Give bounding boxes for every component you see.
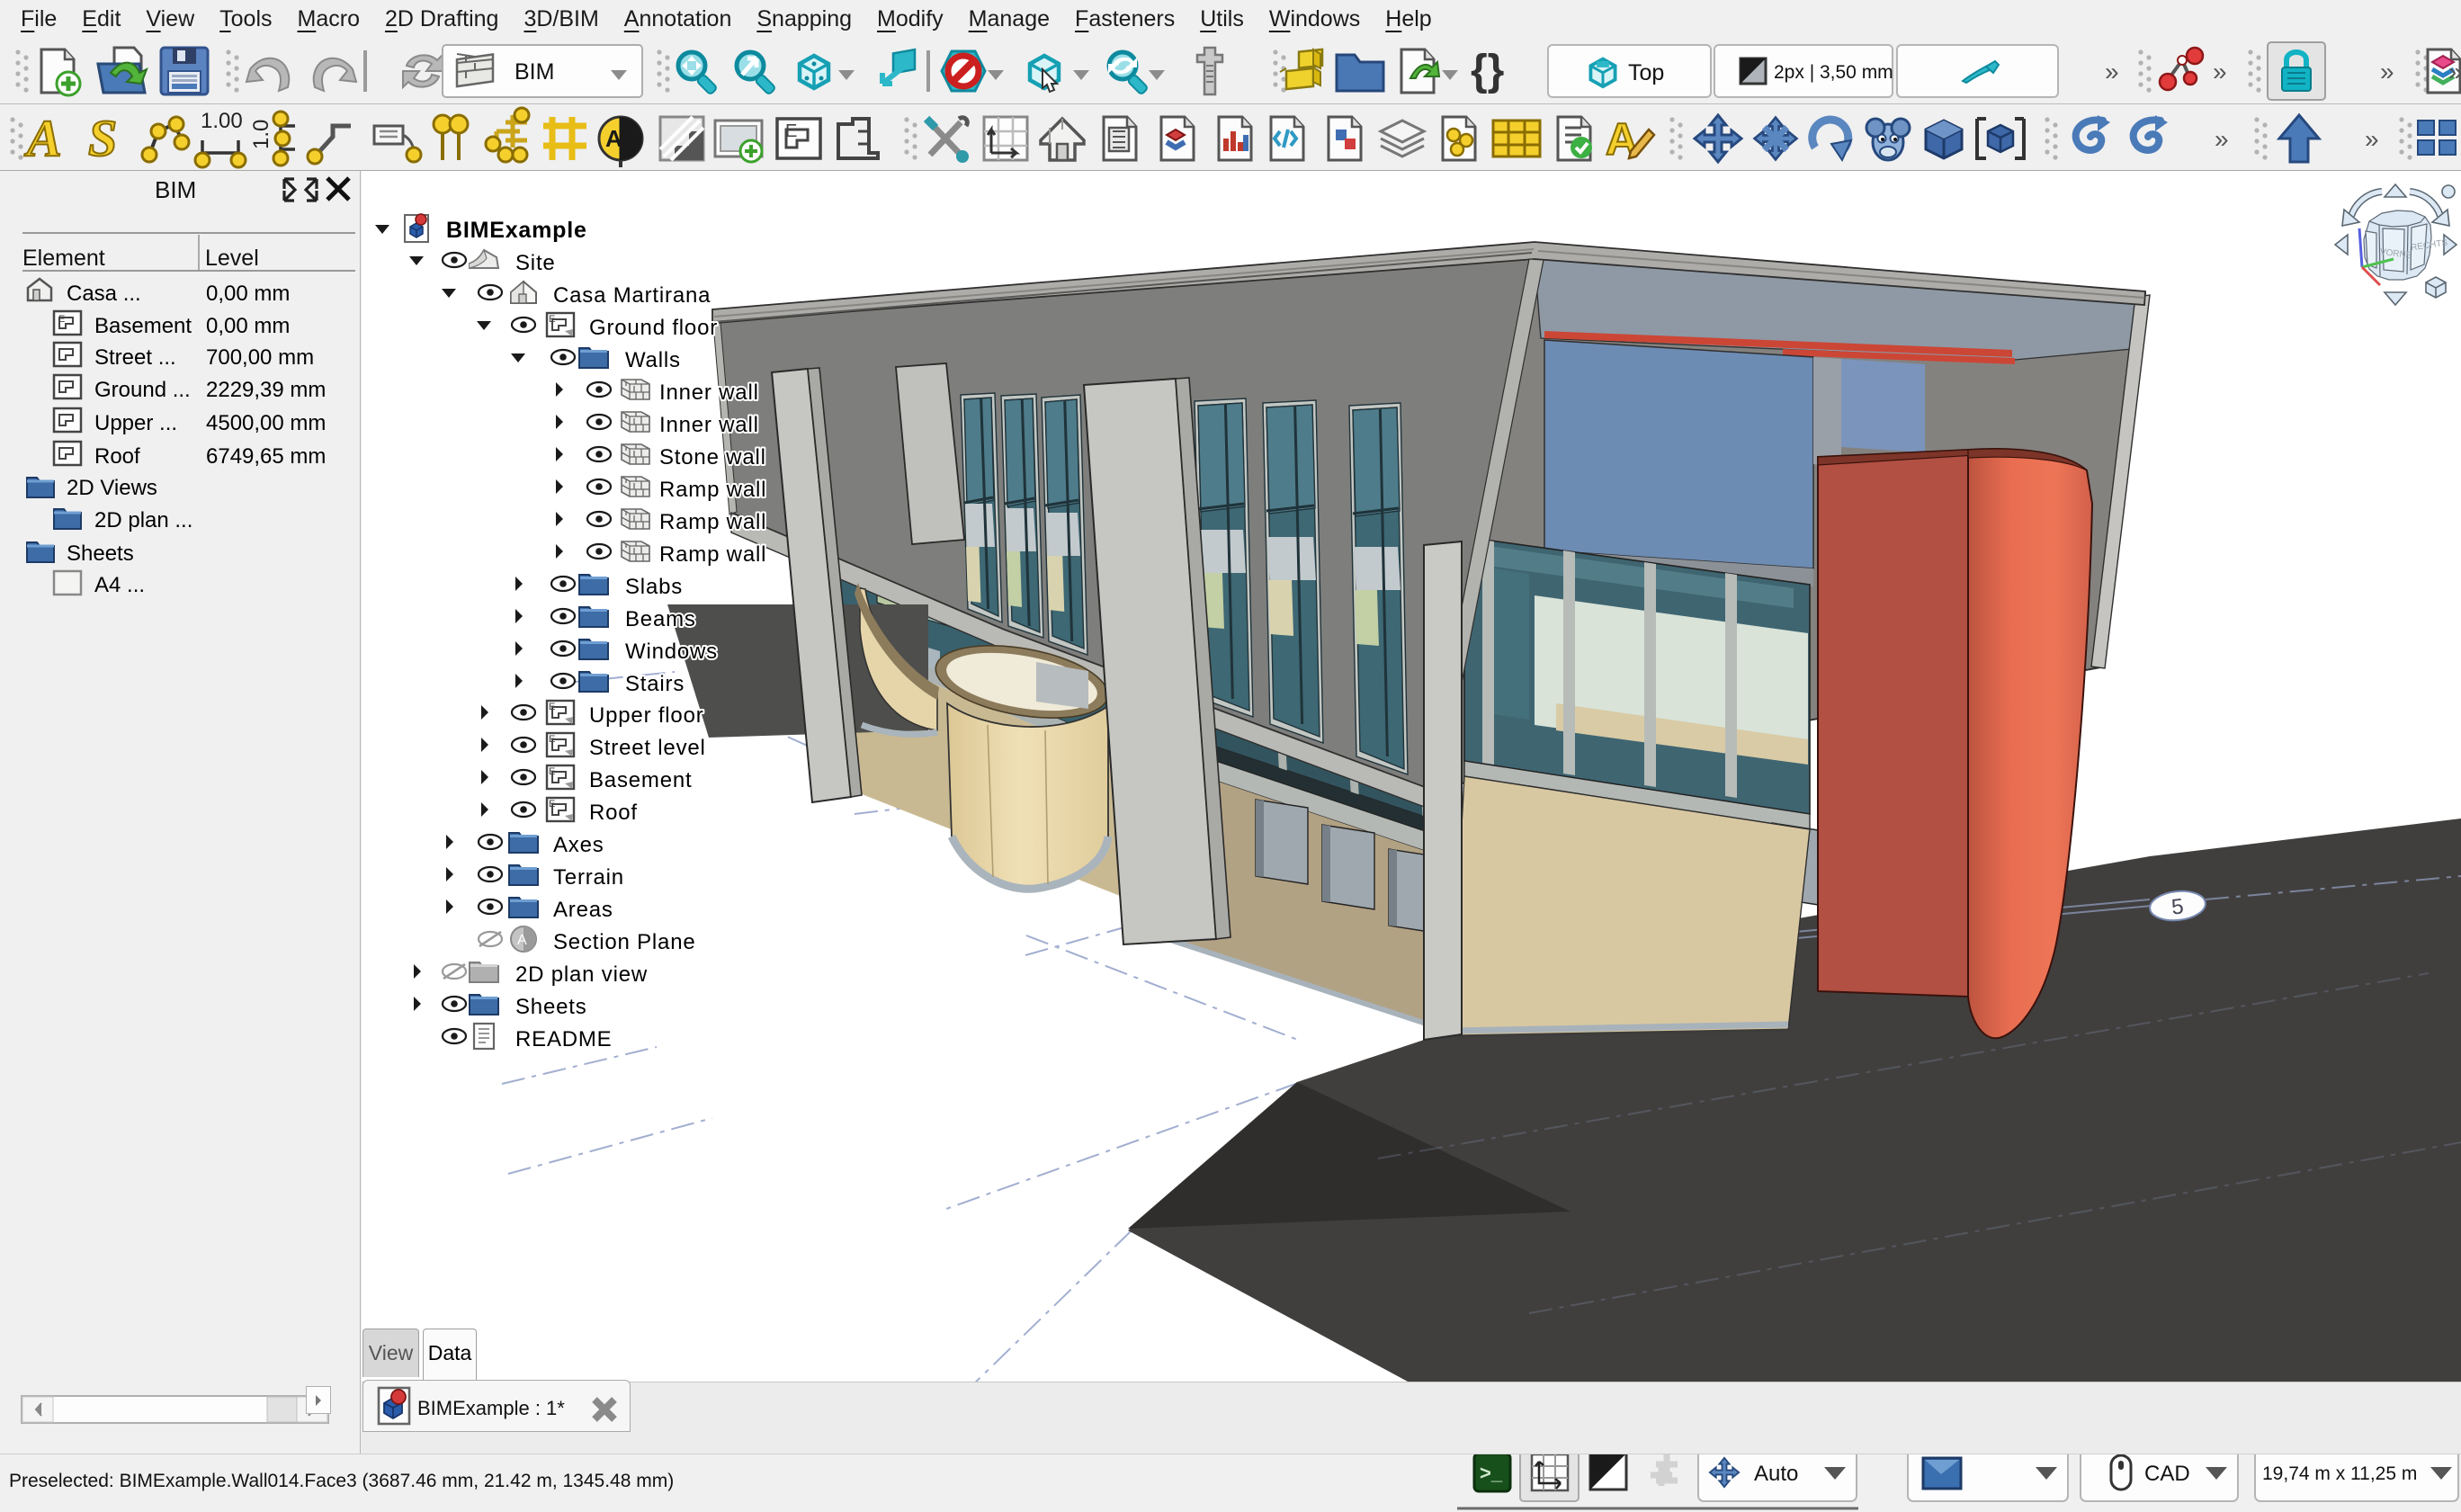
svg-text:Top: Top: [1628, 60, 1664, 85]
svg-text:Casa Martirana: Casa Martirana: [553, 283, 711, 308]
svg-text:Element: Element: [22, 246, 105, 271]
svg-text:CAD: CAD: [2144, 1462, 2190, 1486]
svg-text:2D Views: 2D Views: [67, 476, 157, 500]
svg-text:Roof: Roof: [589, 801, 638, 825]
svg-text:Inner wall: Inner wall: [659, 413, 759, 437]
svg-text:700,00 mm: 700,00 mm: [206, 345, 314, 370]
svg-text:Upper floor: Upper floor: [589, 703, 704, 728]
svg-text:S: S: [88, 109, 117, 167]
svg-text:Axes: Axes: [553, 833, 604, 857]
svg-text:»: »: [2380, 58, 2394, 85]
svg-text:A4 ...: A4 ...: [94, 573, 145, 597]
svg-text:Ground ...: Ground ...: [94, 378, 191, 402]
svg-text:Stairs: Stairs: [625, 672, 685, 696]
svg-text:Section Plane: Section Plane: [553, 930, 696, 954]
svg-text:Basement: Basement: [589, 768, 692, 792]
svg-text:2D plan ...: 2D plan ...: [94, 508, 192, 532]
svg-text:1.00: 1.00: [201, 109, 243, 133]
svg-text:»: »: [2215, 125, 2229, 153]
svg-text:BIM: BIM: [155, 176, 196, 203]
svg-text:E: E: [58, 314, 65, 325]
svg-text:»: »: [2213, 58, 2227, 85]
svg-text:Street level: Street level: [589, 736, 706, 760]
svg-text:Auto: Auto: [1754, 1462, 1798, 1486]
svg-text:Terrain: Terrain: [553, 865, 624, 890]
svg-text:Areas: Areas: [553, 898, 613, 922]
svg-text:Site: Site: [515, 251, 556, 275]
svg-text:»: »: [2105, 58, 2119, 85]
svg-text:Ramp wall: Ramp wall: [659, 542, 766, 567]
svg-text:Stone wall: Stone wall: [659, 445, 766, 470]
svg-text:Basement: Basement: [94, 314, 192, 338]
svg-text:Ramp wall: Ramp wall: [659, 478, 766, 502]
svg-text:1.0: 1.0: [249, 120, 273, 149]
svg-text:Roof: Roof: [94, 444, 140, 469]
svg-text:2D plan view: 2D plan view: [515, 962, 648, 987]
svg-text:»: »: [2448, 58, 2461, 85]
svg-text:Sheets: Sheets: [67, 541, 134, 566]
svg-text:A: A: [24, 109, 62, 167]
svg-text:Windows: Windows: [625, 640, 718, 664]
svg-text:Inner wall: Inner wall: [659, 380, 759, 405]
svg-text:README: README: [515, 1027, 612, 1051]
svg-text:Upper ...: Upper ...: [94, 411, 177, 435]
svg-text:BIM: BIM: [515, 59, 554, 85]
svg-text:0,00 mm: 0,00 mm: [206, 314, 290, 338]
svg-text:2px | 3,50 mm: 2px | 3,50 mm: [1774, 62, 1893, 83]
svg-text:2229,39 mm: 2229,39 mm: [206, 378, 326, 402]
svg-text:0,00 mm: 0,00 mm: [206, 282, 290, 306]
svg-text:Street ...: Street ...: [94, 345, 176, 370]
svg-text:E: E: [785, 121, 797, 141]
svg-text:»: »: [2365, 125, 2379, 153]
svg-text:Walls: Walls: [625, 348, 681, 372]
svg-text:6749,65 mm: 6749,65 mm: [206, 444, 326, 469]
svg-text:4500,00 mm: 4500,00 mm: [206, 411, 326, 435]
svg-text:A: A: [605, 125, 622, 152]
svg-text:{}: {}: [1471, 47, 1504, 94]
svg-text:Slabs: Slabs: [625, 575, 683, 599]
svg-text:Ground floor: Ground floor: [589, 316, 718, 340]
svg-text:>_: >_: [1480, 1462, 1503, 1484]
svg-text:Sheets: Sheets: [515, 995, 587, 1019]
svg-text:BIMExample: BIMExample: [446, 218, 587, 243]
svg-text:Ramp wall: Ramp wall: [659, 510, 766, 534]
svg-text:Level: Level: [205, 246, 259, 271]
svg-text:Casa ...: Casa ...: [67, 282, 141, 306]
svg-text:19,74 m x 11,25 m: 19,74 m x 11,25 m: [2262, 1463, 2417, 1484]
svg-text:Beams: Beams: [625, 607, 696, 631]
